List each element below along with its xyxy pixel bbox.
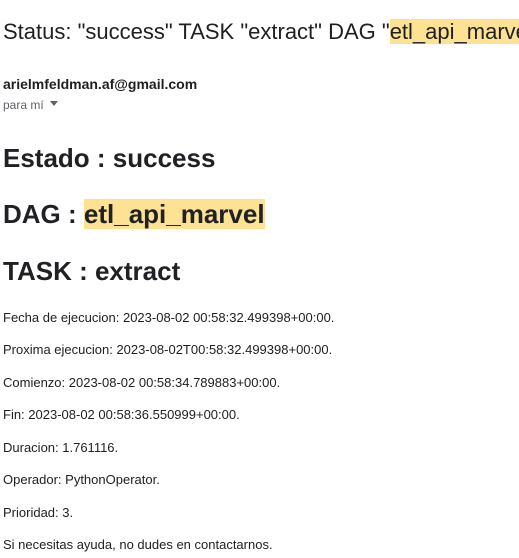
task-value: extract — [94, 256, 181, 286]
prioridad-line: Prioridad: 3. — [3, 505, 74, 520]
comienzo-line: Comienzo: 2023-08-02 00:58:34.789883+00:… — [3, 375, 281, 390]
estado-heading: Estado : success — [3, 142, 215, 174]
sender-email: arielmfeldman.af@gmail.com — [3, 76, 198, 92]
chevron-down-icon — [49, 101, 58, 107]
duracion-line: Duracion: 1.761116. — [3, 440, 119, 455]
proxima-ejecucion-line: Proxima ejecucion: 2023-08-02T00:58:32.4… — [3, 342, 333, 357]
fecha-ejecucion-line: Fecha de ejecucion: 2023-08-02 00:58:32.… — [3, 310, 335, 325]
operador-line: Operador: PythonOperator. — [3, 472, 160, 487]
email-subject: Status: "success" TASK "extract" DAG "et… — [3, 18, 519, 46]
dag-value: etl_api_marvel — [83, 199, 265, 229]
recipient-dropdown[interactable]: para mí — [3, 97, 58, 113]
fin-line: Fin: 2023-08-02 00:58:36.550999+00:00. — [3, 407, 240, 422]
subject-text: Status: "success" TASK "extract" DAG " — [3, 19, 390, 44]
ayuda-line: Si necesitas ayuda, no dudes en contacta… — [3, 537, 273, 552]
estado-label: Estado : — [3, 143, 113, 173]
task-label: TASK : — [3, 256, 95, 286]
task-heading: TASK : extract — [3, 255, 180, 287]
dag-label: DAG : — [3, 199, 84, 229]
recipient-label: para mí — [3, 98, 44, 112]
subject-highlight: etl_api_marvel — [389, 19, 519, 44]
estado-value: success — [112, 143, 216, 173]
dag-heading: DAG : etl_api_marvel — [3, 198, 265, 230]
